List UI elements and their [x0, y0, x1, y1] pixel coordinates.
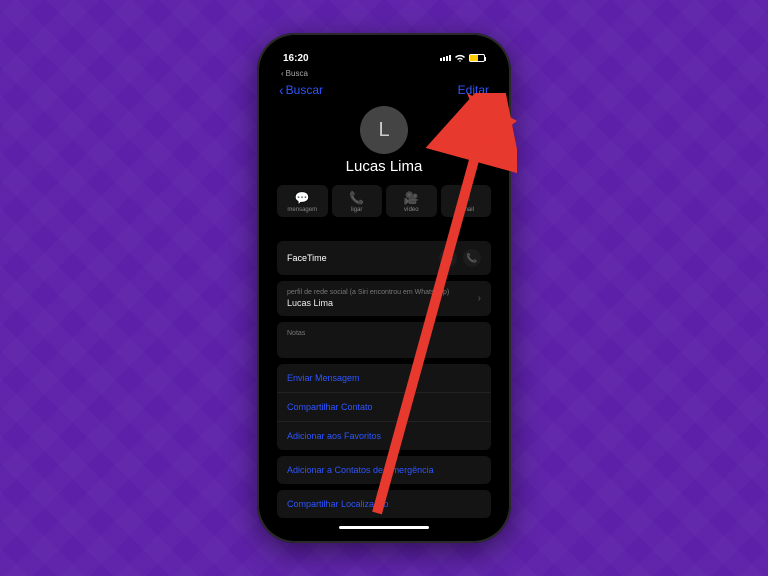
facetime-video-icon[interactable]: 🎥 [439, 249, 457, 267]
chevron-left-icon: ‹ [281, 69, 284, 78]
add-emergency-link[interactable]: Adicionar a Contatos de Emergência [277, 456, 491, 484]
chevron-right-icon: › [478, 293, 481, 304]
breadcrumb-label: Busca [286, 69, 308, 78]
nav-bar: ‹ Buscar Editar [267, 78, 501, 104]
battery-icon [469, 54, 485, 62]
mail-label: e-mail [458, 207, 474, 213]
social-value: Lucas Lima [287, 298, 333, 308]
back-label: Buscar [286, 83, 323, 97]
message-icon: 💬 [295, 191, 310, 205]
share-location-link[interactable]: Compartilhar Localização [277, 490, 491, 518]
chevron-left-icon: ‹ [279, 82, 284, 98]
message-label: mensagem [287, 207, 317, 213]
phone-frame: 16:20 ‹ Busca ‹ Buscar Editar L Lucas Li… [257, 33, 511, 543]
edit-button[interactable]: Editar [458, 83, 489, 97]
notch [329, 43, 439, 63]
call-button[interactable]: 📞 ligar [332, 185, 383, 217]
message-button[interactable]: 💬 mensagem [277, 185, 328, 217]
links-group-3: Compartilhar Localização [277, 490, 491, 518]
avatar-initial: L [378, 119, 389, 142]
social-caption: perfil de rede social (a Siri encontrou … [287, 289, 449, 296]
links-group-1: Enviar Mensagem Compartilhar Contato Adi… [277, 364, 491, 450]
contact-header: L Lucas Lima [267, 106, 501, 175]
contact-name: Lucas Lima [346, 158, 423, 175]
notes-label: Notas [287, 330, 305, 337]
mail-button[interactable]: ✉ e-mail [441, 185, 492, 217]
wifi-icon [454, 54, 466, 63]
facetime-label: FaceTime [287, 253, 327, 263]
home-indicator[interactable] [339, 526, 429, 529]
facetime-audio-icon[interactable]: 📞 [463, 249, 481, 267]
send-message-link[interactable]: Enviar Mensagem [277, 364, 491, 392]
facetime-section: FaceTime 🎥 📞 [277, 241, 491, 275]
social-section[interactable]: perfil de rede social (a Siri encontrou … [277, 281, 491, 316]
signal-icon [439, 55, 451, 61]
video-button[interactable]: 🎥 vídeo [386, 185, 437, 217]
avatar[interactable]: L [360, 106, 408, 154]
mail-icon: ✉ [461, 191, 471, 205]
status-indicators [439, 54, 485, 63]
facetime-row[interactable]: FaceTime 🎥 📞 [277, 241, 491, 275]
notes-section[interactable]: Notas [277, 322, 491, 358]
phone-icon: 📞 [349, 191, 364, 205]
call-label: ligar [351, 207, 362, 213]
video-label: vídeo [404, 207, 419, 213]
action-row: 💬 mensagem 📞 ligar 🎥 vídeo ✉ e-mail [267, 175, 501, 223]
back-button[interactable]: ‹ Buscar [279, 82, 323, 98]
status-time: 16:20 [283, 53, 309, 64]
breadcrumb-back[interactable]: ‹ Busca [267, 69, 501, 78]
share-contact-link[interactable]: Compartilhar Contato [277, 392, 491, 421]
phone-screen: 16:20 ‹ Busca ‹ Buscar Editar L Lucas Li… [267, 43, 501, 533]
links-group-2: Adicionar a Contatos de Emergência [277, 456, 491, 484]
add-favorite-link[interactable]: Adicionar aos Favoritos [277, 421, 491, 450]
video-icon: 🎥 [404, 191, 419, 205]
